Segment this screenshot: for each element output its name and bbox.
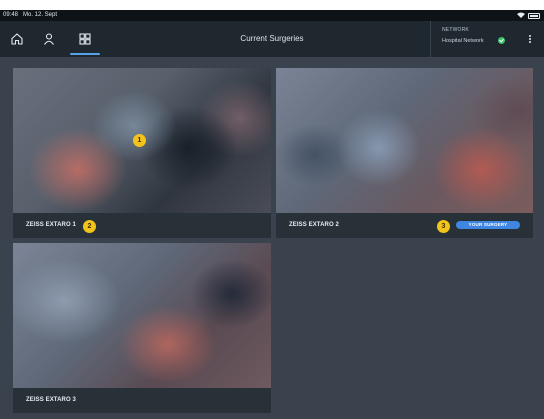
tile-footer: ZEISS EXTARO 3 xyxy=(13,388,271,413)
profile-button[interactable] xyxy=(34,21,64,57)
battery-icon xyxy=(528,13,540,19)
more-menu-button[interactable] xyxy=(520,21,540,57)
grid-view-icon xyxy=(79,33,91,45)
home-button[interactable] xyxy=(2,21,32,57)
more-vertical-icon xyxy=(529,34,531,44)
network-label: NETWORK xyxy=(442,27,469,33)
device-name: ZEISS EXTARO 3 xyxy=(26,397,76,403)
network-value: Hospital Network xyxy=(442,38,484,44)
surgery-tile-3[interactable]: ZEISS EXTARO 3 xyxy=(13,243,271,413)
connected-check-icon xyxy=(498,37,505,44)
video-preview[interactable] xyxy=(13,243,271,388)
callout-marker-1: 1 xyxy=(133,134,146,147)
grid-view-button[interactable] xyxy=(70,21,100,57)
status-bar: 09:48 Mo. 12. Sept xyxy=(0,10,544,21)
your-surgery-badge: YOUR SURGERY xyxy=(456,221,520,229)
video-preview[interactable] xyxy=(276,68,533,213)
person-icon xyxy=(44,33,54,45)
status-date: Mo. 12. Sept xyxy=(23,12,58,18)
surgery-tile-1[interactable]: ZEISS EXTARO 1 xyxy=(13,68,271,238)
surgery-grid: ZEISS EXTARO 1 ZEISS EXTARO 2 YOUR SURGE… xyxy=(0,57,544,419)
app-bar: Current Surgeries NETWORK Hospital Netwo… xyxy=(0,21,544,57)
home-icon xyxy=(11,33,23,45)
callout-marker-2: 2 xyxy=(83,220,96,233)
callout-marker-3: 3 xyxy=(437,220,450,233)
status-time: 09:48 xyxy=(3,12,19,18)
device-name: ZEISS EXTARO 1 xyxy=(26,222,76,228)
tile-footer: ZEISS EXTARO 1 xyxy=(13,213,271,238)
surgery-tile-2[interactable]: ZEISS EXTARO 2 YOUR SURGERY xyxy=(276,68,533,238)
tile-footer: ZEISS EXTARO 2 YOUR SURGERY xyxy=(276,213,533,238)
network-status[interactable]: NETWORK Hospital Network xyxy=(430,21,512,57)
device-name: ZEISS EXTARO 2 xyxy=(289,222,339,228)
wifi-icon xyxy=(517,12,525,18)
